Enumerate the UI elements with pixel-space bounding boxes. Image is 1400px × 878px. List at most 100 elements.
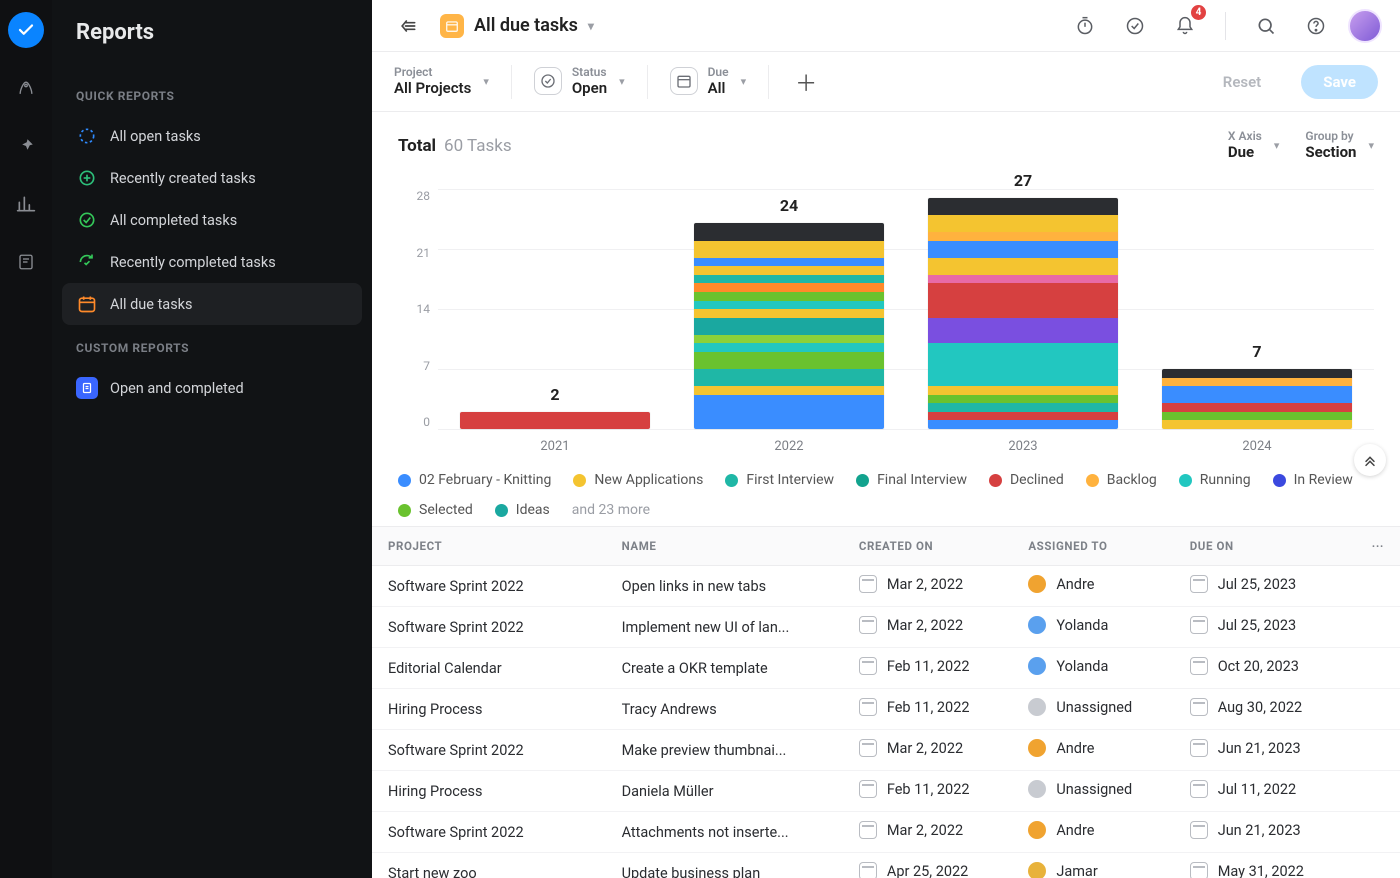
- collapse-chart-button[interactable]: [1354, 444, 1386, 476]
- legend-item[interactable]: 02 February - Knitting: [398, 472, 551, 488]
- sidebar-item-label: All due tasks: [110, 296, 193, 313]
- filter-status[interactable]: Status Open ▾: [534, 66, 625, 97]
- divider: [768, 65, 769, 99]
- help-icon[interactable]: [1298, 8, 1334, 44]
- chart-bar-2021[interactable]: 2: [443, 385, 668, 429]
- chart-yaxis: 28211470: [398, 189, 438, 429]
- column-header-assigned-to[interactable]: ASSIGNED TO: [1012, 527, 1173, 566]
- check-circle-icon[interactable]: [1117, 8, 1153, 44]
- sidebar-item-recently-created-tasks[interactable]: Recently created tasks: [62, 157, 362, 199]
- legend-item[interactable]: Ideas: [495, 502, 550, 518]
- legend-item[interactable]: First Interview: [725, 472, 834, 488]
- column-header-due-on[interactable]: DUE ON: [1174, 527, 1348, 566]
- cell-project: Editorial Calendar: [372, 648, 606, 689]
- groupby-selector[interactable]: Group by Section ▾: [1305, 130, 1374, 161]
- legend-label: Running: [1200, 472, 1251, 488]
- cell-created: Mar 2, 2022: [843, 607, 1012, 648]
- legend-item[interactable]: New Applications: [573, 472, 703, 488]
- legend-item[interactable]: Running: [1179, 472, 1251, 488]
- filter-due[interactable]: Due All ▾: [670, 66, 747, 97]
- sidebar-item-all-due-tasks[interactable]: All due tasks: [62, 283, 362, 325]
- xaxis-selector[interactable]: X Axis Due ▾: [1228, 130, 1279, 161]
- column-header-project[interactable]: PROJECT: [372, 527, 606, 566]
- sidebar-title: Reports: [62, 20, 362, 45]
- assignee-avatar: [1028, 780, 1046, 798]
- tasks-table: PROJECTNAMECREATED ONASSIGNED TODUE ON··…: [372, 527, 1400, 878]
- cell-project: Hiring Process: [372, 771, 606, 812]
- column-header-name[interactable]: NAME: [606, 527, 843, 566]
- reset-button[interactable]: Reset: [1205, 65, 1279, 99]
- table-row[interactable]: Software Sprint 2022Make preview thumbna…: [372, 730, 1400, 771]
- calendar-icon: [859, 698, 877, 716]
- assignee-avatar: [1028, 657, 1046, 675]
- rail-tasks-icon[interactable]: [8, 12, 44, 48]
- table-row[interactable]: Hiring ProcessTracy AndrewsFeb 11, 2022U…: [372, 689, 1400, 730]
- table-row[interactable]: Start new zooUpdate business planApr 25,…: [372, 853, 1400, 878]
- calendar-icon: [859, 657, 877, 675]
- timer-icon[interactable]: [1067, 8, 1103, 44]
- calendar-icon: [1190, 698, 1208, 716]
- sidebar-item-open-and-completed[interactable]: Open and completed: [62, 367, 362, 409]
- sidebar-section-custom: CUSTOM REPORTS: [62, 335, 362, 361]
- legend-item[interactable]: Final Interview: [856, 472, 967, 488]
- legend-item[interactable]: Declined: [989, 472, 1064, 488]
- cell-due: Jun 21, 2023: [1174, 812, 1348, 853]
- calendar-icon: [670, 67, 698, 95]
- table-row[interactable]: Editorial CalendarCreate a OKR templateF…: [372, 648, 1400, 689]
- bar-value-label: 7: [1252, 342, 1261, 361]
- search-icon[interactable]: [1248, 8, 1284, 44]
- assignee-avatar: [1028, 739, 1046, 757]
- chart-bar-2023[interactable]: 27: [911, 171, 1136, 429]
- cell-assigned: Unassigned: [1012, 689, 1173, 730]
- rail-notes-icon[interactable]: [8, 244, 44, 280]
- xaxis-tick: 2023: [1008, 439, 1037, 454]
- xaxis-tick: 2021: [540, 439, 569, 454]
- cell-project: Hiring Process: [372, 689, 606, 730]
- chart-bar-2022[interactable]: 24: [677, 196, 902, 429]
- cell-name: Attachments not inserte...: [606, 812, 843, 853]
- cell-name: Update business plan: [606, 853, 843, 878]
- legend-label: In Review: [1294, 472, 1353, 488]
- legend-item[interactable]: In Review: [1273, 472, 1353, 488]
- cell-created: Mar 2, 2022: [843, 812, 1012, 853]
- filter-due-label: Due: [708, 66, 729, 80]
- chevron-down-icon: ▾: [588, 19, 594, 33]
- filter-project[interactable]: Project All Projects ▾: [394, 66, 489, 97]
- legend-more[interactable]: and 23 more: [572, 502, 650, 518]
- calendar-icon: [1190, 862, 1208, 878]
- table-row[interactable]: Software Sprint 2022Implement new UI of …: [372, 607, 1400, 648]
- calendar-icon: [859, 780, 877, 798]
- table-row[interactable]: Software Sprint 2022Attachments not inse…: [372, 812, 1400, 853]
- page-title[interactable]: All due tasks ▾: [440, 14, 594, 38]
- sidebar-item-all-open-tasks[interactable]: All open tasks: [62, 115, 362, 157]
- user-avatar[interactable]: [1348, 9, 1382, 43]
- calendar-icon: [1190, 657, 1208, 675]
- rail-rocket-icon[interactable]: [8, 70, 44, 106]
- sidebar-item-label: Recently completed tasks: [110, 254, 276, 271]
- cell-created: Apr 25, 2022: [843, 853, 1012, 878]
- notifications-icon[interactable]: 4: [1167, 8, 1203, 44]
- rail-reports-icon[interactable]: [8, 186, 44, 222]
- cell-name: Create a OKR template: [606, 648, 843, 689]
- save-button[interactable]: Save: [1301, 65, 1378, 99]
- xaxis-tick: 2024: [1242, 439, 1271, 454]
- sidebar-item-all-completed-tasks[interactable]: All completed tasks: [62, 199, 362, 241]
- calendar-icon: [859, 862, 877, 878]
- legend-item[interactable]: Selected: [398, 502, 473, 518]
- chart-bar-2024[interactable]: 7: [1145, 342, 1370, 429]
- table-row[interactable]: Software Sprint 2022Open links in new ta…: [372, 566, 1400, 607]
- table-row[interactable]: Hiring ProcessDaniela MüllerFeb 11, 2022…: [372, 771, 1400, 812]
- add-filter-button[interactable]: ＋: [791, 67, 821, 97]
- table-options-button[interactable]: ···: [1347, 527, 1400, 566]
- chevron-down-icon: ▾: [619, 75, 625, 88]
- sidebar-item-recently-completed-tasks[interactable]: Recently completed tasks: [62, 241, 362, 283]
- cell-assigned: Andre: [1012, 812, 1173, 853]
- notification-badge: 4: [1191, 5, 1206, 20]
- collapse-sidebar-icon[interactable]: [390, 8, 426, 44]
- rail-pin-icon[interactable]: [8, 128, 44, 164]
- calendar-icon: [440, 14, 464, 38]
- chart-section: Total 60 Tasks X Axis Due ▾ Group by Sec…: [372, 112, 1400, 527]
- column-header-created-on[interactable]: CREATED ON: [843, 527, 1012, 566]
- legend-item[interactable]: Backlog: [1086, 472, 1157, 488]
- cell-project: Software Sprint 2022: [372, 566, 606, 607]
